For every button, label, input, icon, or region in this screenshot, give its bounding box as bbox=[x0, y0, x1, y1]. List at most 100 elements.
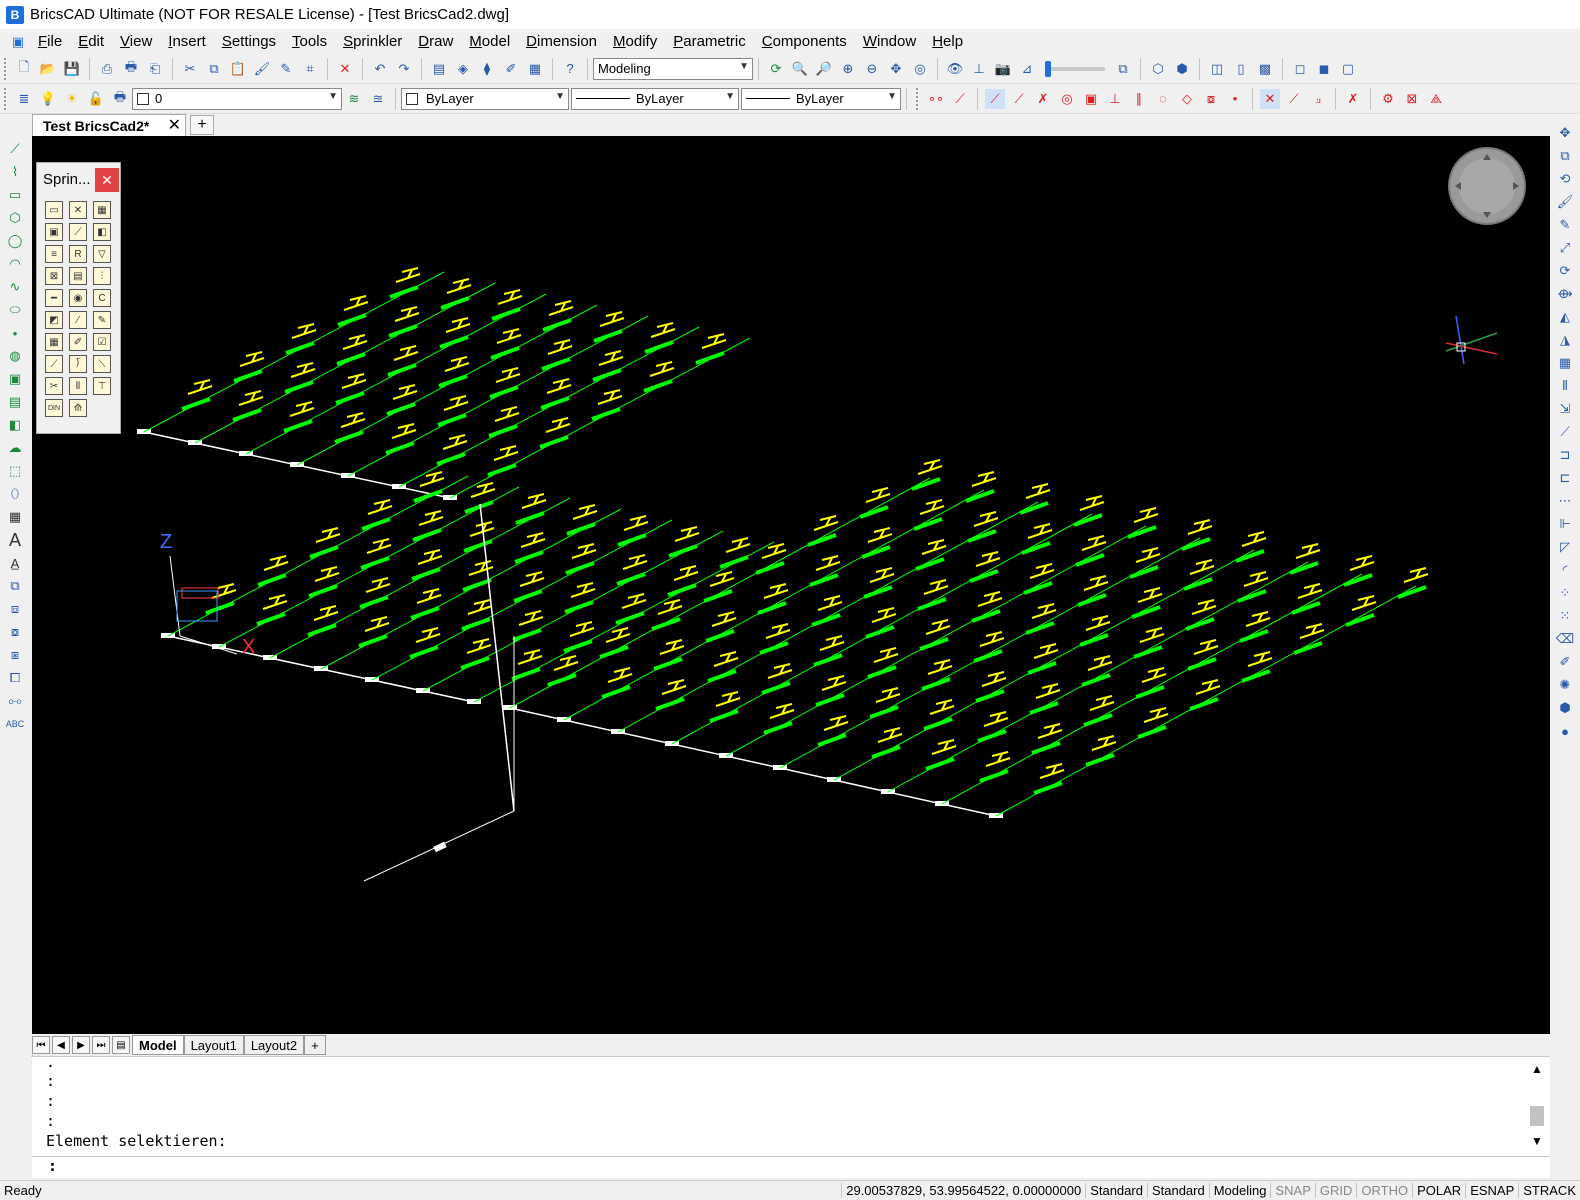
tab-model[interactable]: Model bbox=[132, 1035, 184, 1055]
chamfer-icon[interactable]: ◸ bbox=[1555, 537, 1575, 557]
copy-icon[interactable]: ⧉ bbox=[204, 59, 224, 79]
measure-icon[interactable]: ⁙ bbox=[1555, 606, 1575, 626]
layer-manager-icon[interactable]: ≣ bbox=[14, 89, 34, 109]
copy-objects-icon[interactable]: ⧉ bbox=[1555, 146, 1575, 166]
status-esnap[interactable]: ESNAP bbox=[1465, 1183, 1518, 1198]
image-icon[interactable]: ⧠ bbox=[5, 668, 25, 688]
snap-settings-icon[interactable]: ⚙ bbox=[1378, 89, 1398, 109]
model-space-canvas[interactable]: Z X bbox=[32, 136, 1550, 1034]
drawing-viewport[interactable]: Z X bbox=[32, 136, 1550, 1034]
redo-icon[interactable]: ↷ bbox=[394, 59, 414, 79]
lengthen-icon[interactable]: ⟋ bbox=[1555, 422, 1575, 442]
match-icon[interactable]: 🖌 bbox=[1555, 192, 1575, 212]
xref-icon[interactable]: ⧇ bbox=[5, 622, 25, 642]
previous-layout-icon[interactable]: ◀ bbox=[52, 1036, 70, 1054]
gradient-icon[interactable]: ◧ bbox=[5, 415, 25, 435]
zoom-in-icon[interactable]: 🔍 bbox=[790, 59, 810, 79]
mtext-icon[interactable]: A̲ bbox=[5, 553, 25, 573]
snap-extension-icon[interactable]: ⟋ bbox=[1284, 89, 1304, 109]
layer-state-icon[interactable]: ≊ bbox=[368, 89, 388, 109]
sprinkler-open-icon[interactable]: ▭ bbox=[45, 201, 63, 219]
3d-box-icon[interactable]: ⬡ bbox=[1148, 59, 1168, 79]
spellcheck-icon[interactable]: ABC bbox=[5, 714, 25, 734]
sprinkler-line-icon[interactable]: ━ bbox=[45, 289, 63, 307]
regen-icon[interactable]: ⟳ bbox=[766, 59, 786, 79]
sprinkler-network-icon[interactable]: ⟌ bbox=[69, 355, 87, 373]
status-dim-style[interactable]: Standard bbox=[1146, 1183, 1209, 1198]
menu-tools[interactable]: Tools bbox=[284, 33, 335, 50]
sprinkler-r-icon[interactable]: R bbox=[69, 245, 87, 263]
rotate3d-icon[interactable]: ⟴ bbox=[1555, 284, 1575, 304]
eyedropper-icon[interactable]: ✎ bbox=[1555, 215, 1575, 235]
menu-view[interactable]: View bbox=[112, 33, 160, 50]
sprinkler-calc-icon[interactable]: ▦ bbox=[45, 333, 63, 351]
toolbar-grip[interactable] bbox=[4, 57, 8, 80]
sprinkler-head-icon[interactable]: ▽ bbox=[93, 245, 111, 263]
status-ortho[interactable]: ORTHO bbox=[1356, 1183, 1412, 1198]
menu-parametric[interactable]: Parametric bbox=[665, 33, 754, 50]
open-file-icon[interactable]: 📂 bbox=[38, 59, 58, 79]
menu-modify[interactable]: Modify bbox=[605, 33, 665, 50]
sprinkler-room-icon[interactable]: ▣ bbox=[45, 223, 63, 241]
trim-icon[interactable]: ⊐ bbox=[1555, 445, 1575, 465]
point-icon[interactable]: • bbox=[5, 323, 25, 343]
fillet-icon[interactable]: ◜ bbox=[1555, 560, 1575, 580]
viewports-icon[interactable]: ◫ bbox=[1207, 59, 1227, 79]
orbit-icon[interactable]: ◎ bbox=[910, 59, 930, 79]
break-icon[interactable]: ⋯ bbox=[1555, 491, 1575, 511]
render-icon[interactable]: ⬢ bbox=[1172, 59, 1192, 79]
sprinkler-connect-icon[interactable]: ⟍ bbox=[93, 355, 111, 373]
attach-icon[interactable]: ⧆ bbox=[5, 645, 25, 665]
erase-icon[interactable]: ⌫ bbox=[1555, 629, 1575, 649]
sprinkler-chart-icon[interactable]: ⟰ bbox=[69, 399, 87, 417]
document-tab[interactable]: Test BricsCad2* ✕ bbox=[32, 114, 186, 136]
qr-icon[interactable]: ▩ bbox=[1255, 59, 1275, 79]
spline-icon[interactable]: ∿ bbox=[5, 277, 25, 297]
sprinkler-edit-icon[interactable]: ✐ bbox=[69, 333, 87, 351]
snap-endpoint-icon[interactable]: ∘∘ bbox=[926, 89, 946, 109]
lens-slider[interactable] bbox=[1045, 60, 1105, 77]
snap-point-icon[interactable]: • bbox=[1225, 89, 1245, 109]
publish-icon[interactable]: ⎗ bbox=[145, 59, 165, 79]
status-workspace[interactable]: Modeling bbox=[1208, 1183, 1271, 1198]
sprinkler-tree-icon[interactable]: ⫶ bbox=[93, 267, 111, 285]
sprinkler-area-icon[interactable]: ◧ bbox=[93, 223, 111, 241]
close-tab-icon[interactable]: ✕ bbox=[168, 115, 181, 135]
close-panel-button[interactable]: ✕ bbox=[95, 168, 119, 192]
sprinkler-branch-icon[interactable]: ⫴ bbox=[69, 377, 87, 395]
help-icon[interactable]: ? bbox=[560, 59, 580, 79]
sprinkler-din-icon[interactable]: DIN bbox=[45, 399, 63, 417]
sprinkler-cut-icon[interactable]: ✂ bbox=[45, 377, 63, 395]
menu-window[interactable]: Window bbox=[855, 33, 924, 50]
add-layout-button[interactable]: + bbox=[304, 1035, 326, 1055]
snap-middle-icon[interactable]: ⟋ bbox=[1009, 89, 1029, 109]
properties-icon[interactable]: ▤ bbox=[429, 59, 449, 79]
scroll-thumb[interactable] bbox=[1530, 1106, 1544, 1126]
command-input[interactable]: : bbox=[32, 1156, 1550, 1178]
snap-nearest-icon[interactable]: ⟋ bbox=[985, 88, 1005, 109]
explode-icon[interactable]: ✺ bbox=[1555, 675, 1575, 695]
cloud-icon[interactable]: ⬯ bbox=[5, 484, 25, 504]
sprinkler-route-icon[interactable]: ⟋ bbox=[45, 355, 63, 373]
status-snap[interactable]: SNAP bbox=[1270, 1183, 1314, 1198]
line-icon[interactable]: ⟋ bbox=[5, 139, 25, 159]
pan-icon[interactable]: ✥ bbox=[886, 59, 906, 79]
hatch-icon[interactable]: ▤ bbox=[5, 392, 25, 412]
lineweight-select[interactable]: ByLayer ▼ bbox=[741, 87, 901, 110]
snap-intersection-icon[interactable]: ✗ bbox=[1033, 89, 1053, 109]
ellipse-icon[interactable]: ⬭ bbox=[5, 300, 25, 320]
menu-model[interactable]: Model bbox=[461, 33, 518, 50]
document-menu-icon[interactable]: ▣ bbox=[8, 32, 28, 52]
layers-icon[interactable]: ⧫ bbox=[477, 59, 497, 79]
sprinkler-pen-icon[interactable]: ✎ bbox=[93, 311, 111, 329]
scale-icon[interactable]: ⤢ bbox=[1555, 238, 1575, 258]
sprinkler-pipe-icon[interactable]: ⟋ bbox=[69, 223, 87, 241]
new-tab-button[interactable]: + bbox=[190, 115, 214, 135]
last-layout-icon[interactable]: ⏭ bbox=[92, 1036, 110, 1054]
snap-insertion-icon[interactable]: ⧇ bbox=[1201, 89, 1221, 109]
snap-clear-icon[interactable]: ✗ bbox=[1343, 89, 1363, 109]
layer-on-icon[interactable]: 💡 bbox=[38, 89, 58, 109]
wire-cube-icon[interactable]: ▢ bbox=[1338, 59, 1358, 79]
sprinkler-c-icon[interactable]: C bbox=[93, 289, 111, 307]
polygon-icon[interactable]: ⬡ bbox=[5, 208, 25, 228]
